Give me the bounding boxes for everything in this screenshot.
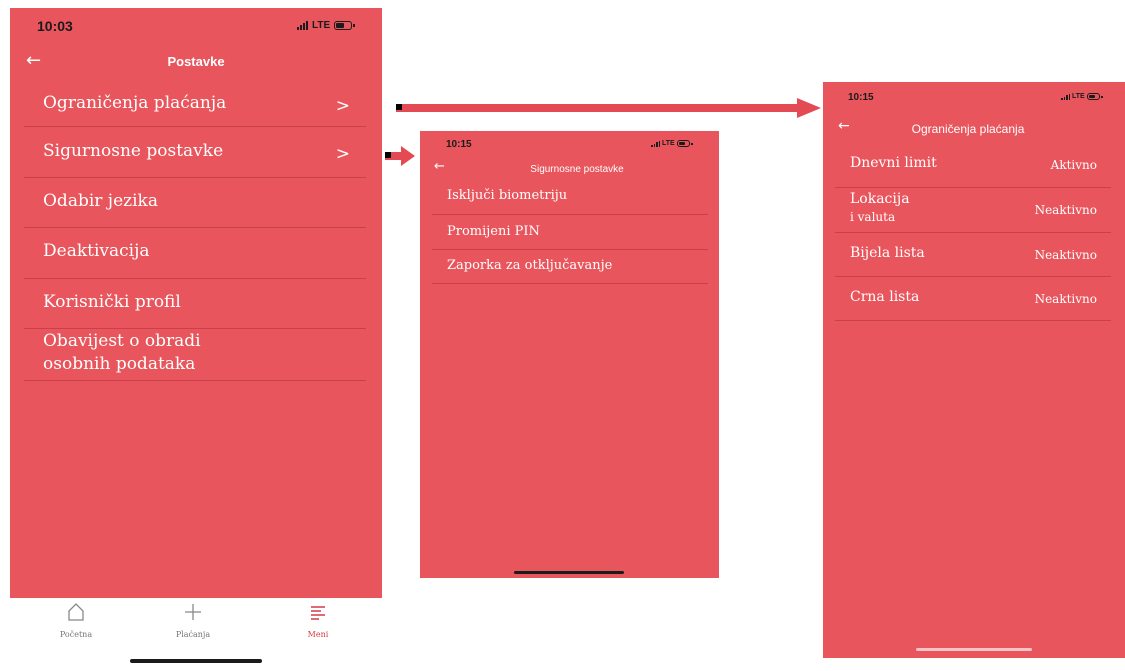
limit-row-whitelist[interactable]: Bijela lista Neaktivno: [835, 233, 1111, 277]
status-badge: Aktivno: [1050, 158, 1097, 172]
tab-label: Meni: [307, 630, 329, 639]
page-title: Sigurnosne postavke: [530, 164, 624, 175]
status-time: 10:15: [446, 139, 472, 150]
status-indicators: LTE: [1061, 93, 1103, 100]
page-title: Postavke: [167, 54, 225, 69]
signal-icon: [297, 21, 308, 30]
back-arrow-icon[interactable]: ←: [434, 159, 445, 174]
menu-item-privacy-notice[interactable]: Obavijest o obradi osobnih podataka: [24, 329, 366, 381]
battery-icon: [334, 21, 356, 30]
menu-item-user-profile[interactable]: Korisnički profil: [24, 279, 366, 329]
menu-item-change-pin[interactable]: Promijeni PIN: [432, 215, 708, 250]
limit-row-location-currency[interactable]: Lokacija i valuta Neaktivno: [835, 188, 1111, 233]
menu-item-label: Sigurnosne postavke: [43, 141, 224, 161]
menu-item-label: Korisnički profil: [43, 292, 181, 312]
signal-icon: [1061, 93, 1070, 100]
security-settings-screen: 10:15 LTE ← Sigurnosne postavke Isključi…: [420, 131, 719, 578]
menu-item-label: Odabir jezika: [43, 191, 158, 211]
home-icon: [68, 603, 84, 621]
menu-item-language[interactable]: Odabir jezika: [24, 178, 366, 228]
chevron-right-icon: >: [335, 96, 350, 116]
tab-label: Početna: [59, 630, 93, 639]
menu-item-disable-biometrics[interactable]: Isključi biometriju: [432, 181, 708, 215]
limit-row-blacklist[interactable]: Crna lista Neaktivno: [835, 277, 1111, 321]
home-indicator: [130, 659, 262, 663]
limit-label-line2: i valuta: [850, 210, 896, 224]
menu-item-payment-limits[interactable]: Ograničenja plaćanja >: [24, 88, 366, 127]
status-time: 10:03: [37, 18, 73, 34]
menu-item-label-line2: osobnih podataka: [43, 354, 196, 374]
menu-item-label: Ograničenja plaćanja: [43, 93, 227, 113]
chevron-right-icon: >: [335, 144, 350, 164]
network-label: LTE: [662, 140, 675, 147]
menu-item-unlock-password[interactable]: Zaporka za otključavanje: [432, 250, 708, 284]
menu-item-security-settings[interactable]: Sigurnosne postavke >: [24, 127, 366, 178]
signal-icon: [651, 140, 660, 147]
battery-icon: [1086, 93, 1103, 100]
limit-label: Crna lista: [850, 289, 920, 305]
payment-limits-screen: 10:15 LTE ← Ograničenja plaćanja Dnevni …: [823, 82, 1125, 658]
home-indicator: [916, 648, 1032, 651]
battery-icon: [676, 140, 693, 147]
tab-payments[interactable]: Plaćanja: [153, 602, 233, 639]
limit-label-line1: Lokacija: [850, 191, 910, 207]
menu-icon: [311, 606, 325, 620]
status-badge: Neaktivno: [1034, 292, 1097, 306]
limit-label: Bijela lista: [850, 245, 925, 261]
status-time: 10:15: [848, 92, 874, 103]
limit-label: Dnevni limit: [850, 155, 937, 171]
back-arrow-icon[interactable]: ←: [838, 118, 850, 134]
limit-row-daily[interactable]: Dnevni limit Aktivno: [835, 144, 1111, 188]
status-badge: Neaktivno: [1034, 248, 1097, 262]
status-indicators: LTE: [297, 20, 356, 31]
arrowhead: [797, 98, 821, 118]
tab-label: Plaćanja: [175, 630, 211, 639]
menu-item-label: Deaktivacija: [43, 241, 150, 261]
network-label: LTE: [1072, 93, 1085, 100]
page-title: Ograničenja plaćanja: [911, 122, 1025, 136]
menu-item-label: Isključi biometriju: [447, 188, 568, 203]
plus-icon: [185, 604, 201, 620]
status-badge: Neaktivno: [1034, 203, 1097, 217]
menu-item-label: Promijeni PIN: [447, 224, 540, 239]
menu-item-label-line1: Obavijest o obradi: [43, 331, 201, 351]
tab-menu[interactable]: Meni: [278, 602, 358, 639]
network-label: LTE: [312, 20, 331, 31]
menu-item-label: Zaporka za otključavanje: [447, 258, 613, 273]
home-indicator: [514, 571, 624, 574]
tab-home[interactable]: Početna: [36, 602, 116, 639]
tab-bar: Početna Plaćanja Meni: [10, 598, 382, 663]
menu-item-deactivation[interactable]: Deaktivacija: [24, 228, 366, 279]
flow-arrow-long: [396, 104, 799, 112]
settings-screen: 10:03 LTE ← Postavke Ograničenja plaćanj…: [10, 8, 382, 663]
status-indicators: LTE: [651, 140, 693, 147]
arrowhead: [401, 146, 415, 166]
